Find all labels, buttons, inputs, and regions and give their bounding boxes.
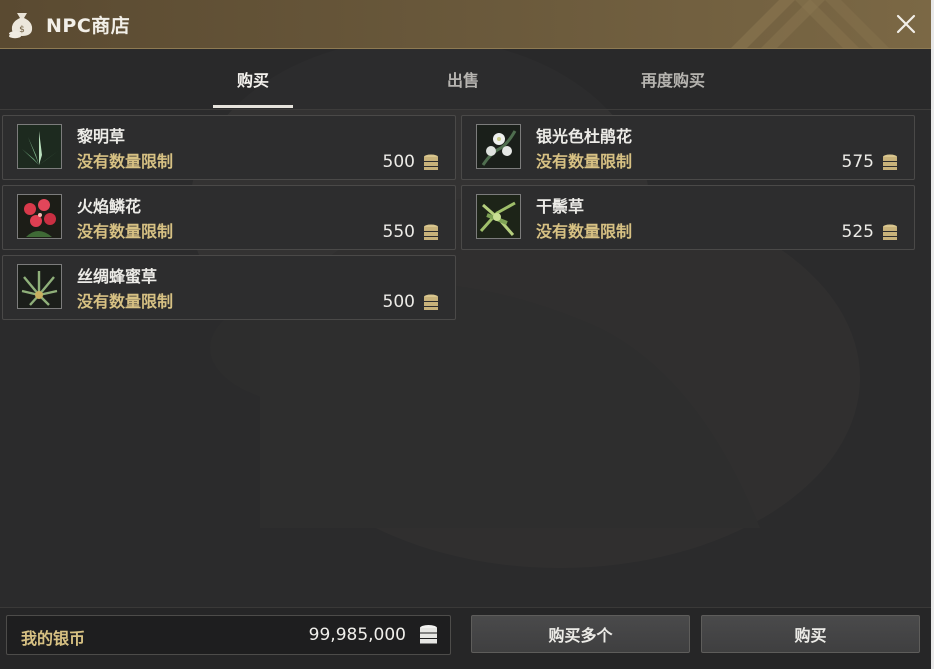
item-price: 500 <box>382 292 415 312</box>
item-limit: 没有数量限制 <box>77 222 174 241</box>
close-icon[interactable] <box>892 10 920 38</box>
wallet-amount: 99,985,000 <box>308 625 406 645</box>
flame-scale-flower-icon <box>17 194 62 239</box>
tab-bar: 购买 出售 再度购买 <box>0 49 931 110</box>
tab-buy[interactable]: 购买 <box>213 49 293 108</box>
item-limit: 没有数量限制 <box>77 292 174 311</box>
shop-item-card[interactable]: 干鬃草 没有数量限制 525 <box>461 185 915 250</box>
money-bag-icon: $ <box>9 13 33 39</box>
coin-stack-icon <box>424 224 438 240</box>
window-title: NPC商店 <box>46 15 131 37</box>
item-price: 500 <box>382 152 415 172</box>
silver-azalea-icon <box>476 124 521 169</box>
tab-buyback[interactable]: 再度购买 <box>633 49 713 108</box>
shop-footer: 我的银币 99,985,000 购买多个 购买 <box>0 607 931 669</box>
buy-multiple-button[interactable]: 购买多个 <box>471 615 690 653</box>
shop-item-card[interactable]: 银光色杜鹃花 没有数量限制 575 <box>461 115 915 180</box>
silver-coin-stack-icon <box>420 625 437 644</box>
npc-shop-window: $ NPC商店 购买 出售 再度购买 黎明草 没有数量限制 500 银光色杜鹃花… <box>0 0 931 669</box>
silk-honey-grass-icon <box>17 264 62 309</box>
shop-item-card[interactable]: 黎明草 没有数量限制 500 <box>2 115 456 180</box>
dry-mane-grass-icon <box>476 194 521 239</box>
title-bar: $ NPC商店 <box>0 0 931 49</box>
tab-sell[interactable]: 出售 <box>423 49 503 108</box>
item-price: 575 <box>841 152 874 172</box>
item-name: 火焰鳞花 <box>77 197 142 216</box>
item-name: 干鬃草 <box>536 197 585 216</box>
item-limit: 没有数量限制 <box>536 222 633 241</box>
title-decoration <box>731 0 889 48</box>
shop-item-card[interactable]: 丝绸蜂蜜草 没有数量限制 500 <box>2 255 456 320</box>
item-name: 银光色杜鹃花 <box>536 127 633 146</box>
item-limit: 没有数量限制 <box>77 152 174 171</box>
buy-button[interactable]: 购买 <box>701 615 920 653</box>
shop-item-card[interactable]: 火焰鳞花 没有数量限制 550 <box>2 185 456 250</box>
item-limit: 没有数量限制 <box>536 152 633 171</box>
item-name: 黎明草 <box>77 127 126 146</box>
coin-stack-icon <box>424 294 438 310</box>
coin-stack-icon <box>883 224 897 240</box>
silver-balance: 我的银币 99,985,000 <box>6 615 451 655</box>
wallet-label: 我的银币 <box>21 629 86 648</box>
item-price: 525 <box>841 222 874 242</box>
coin-stack-icon <box>883 154 897 170</box>
dawn-grass-icon <box>17 124 62 169</box>
item-price: 550 <box>382 222 415 242</box>
item-name: 丝绸蜂蜜草 <box>77 267 158 286</box>
coin-stack-icon <box>424 154 438 170</box>
